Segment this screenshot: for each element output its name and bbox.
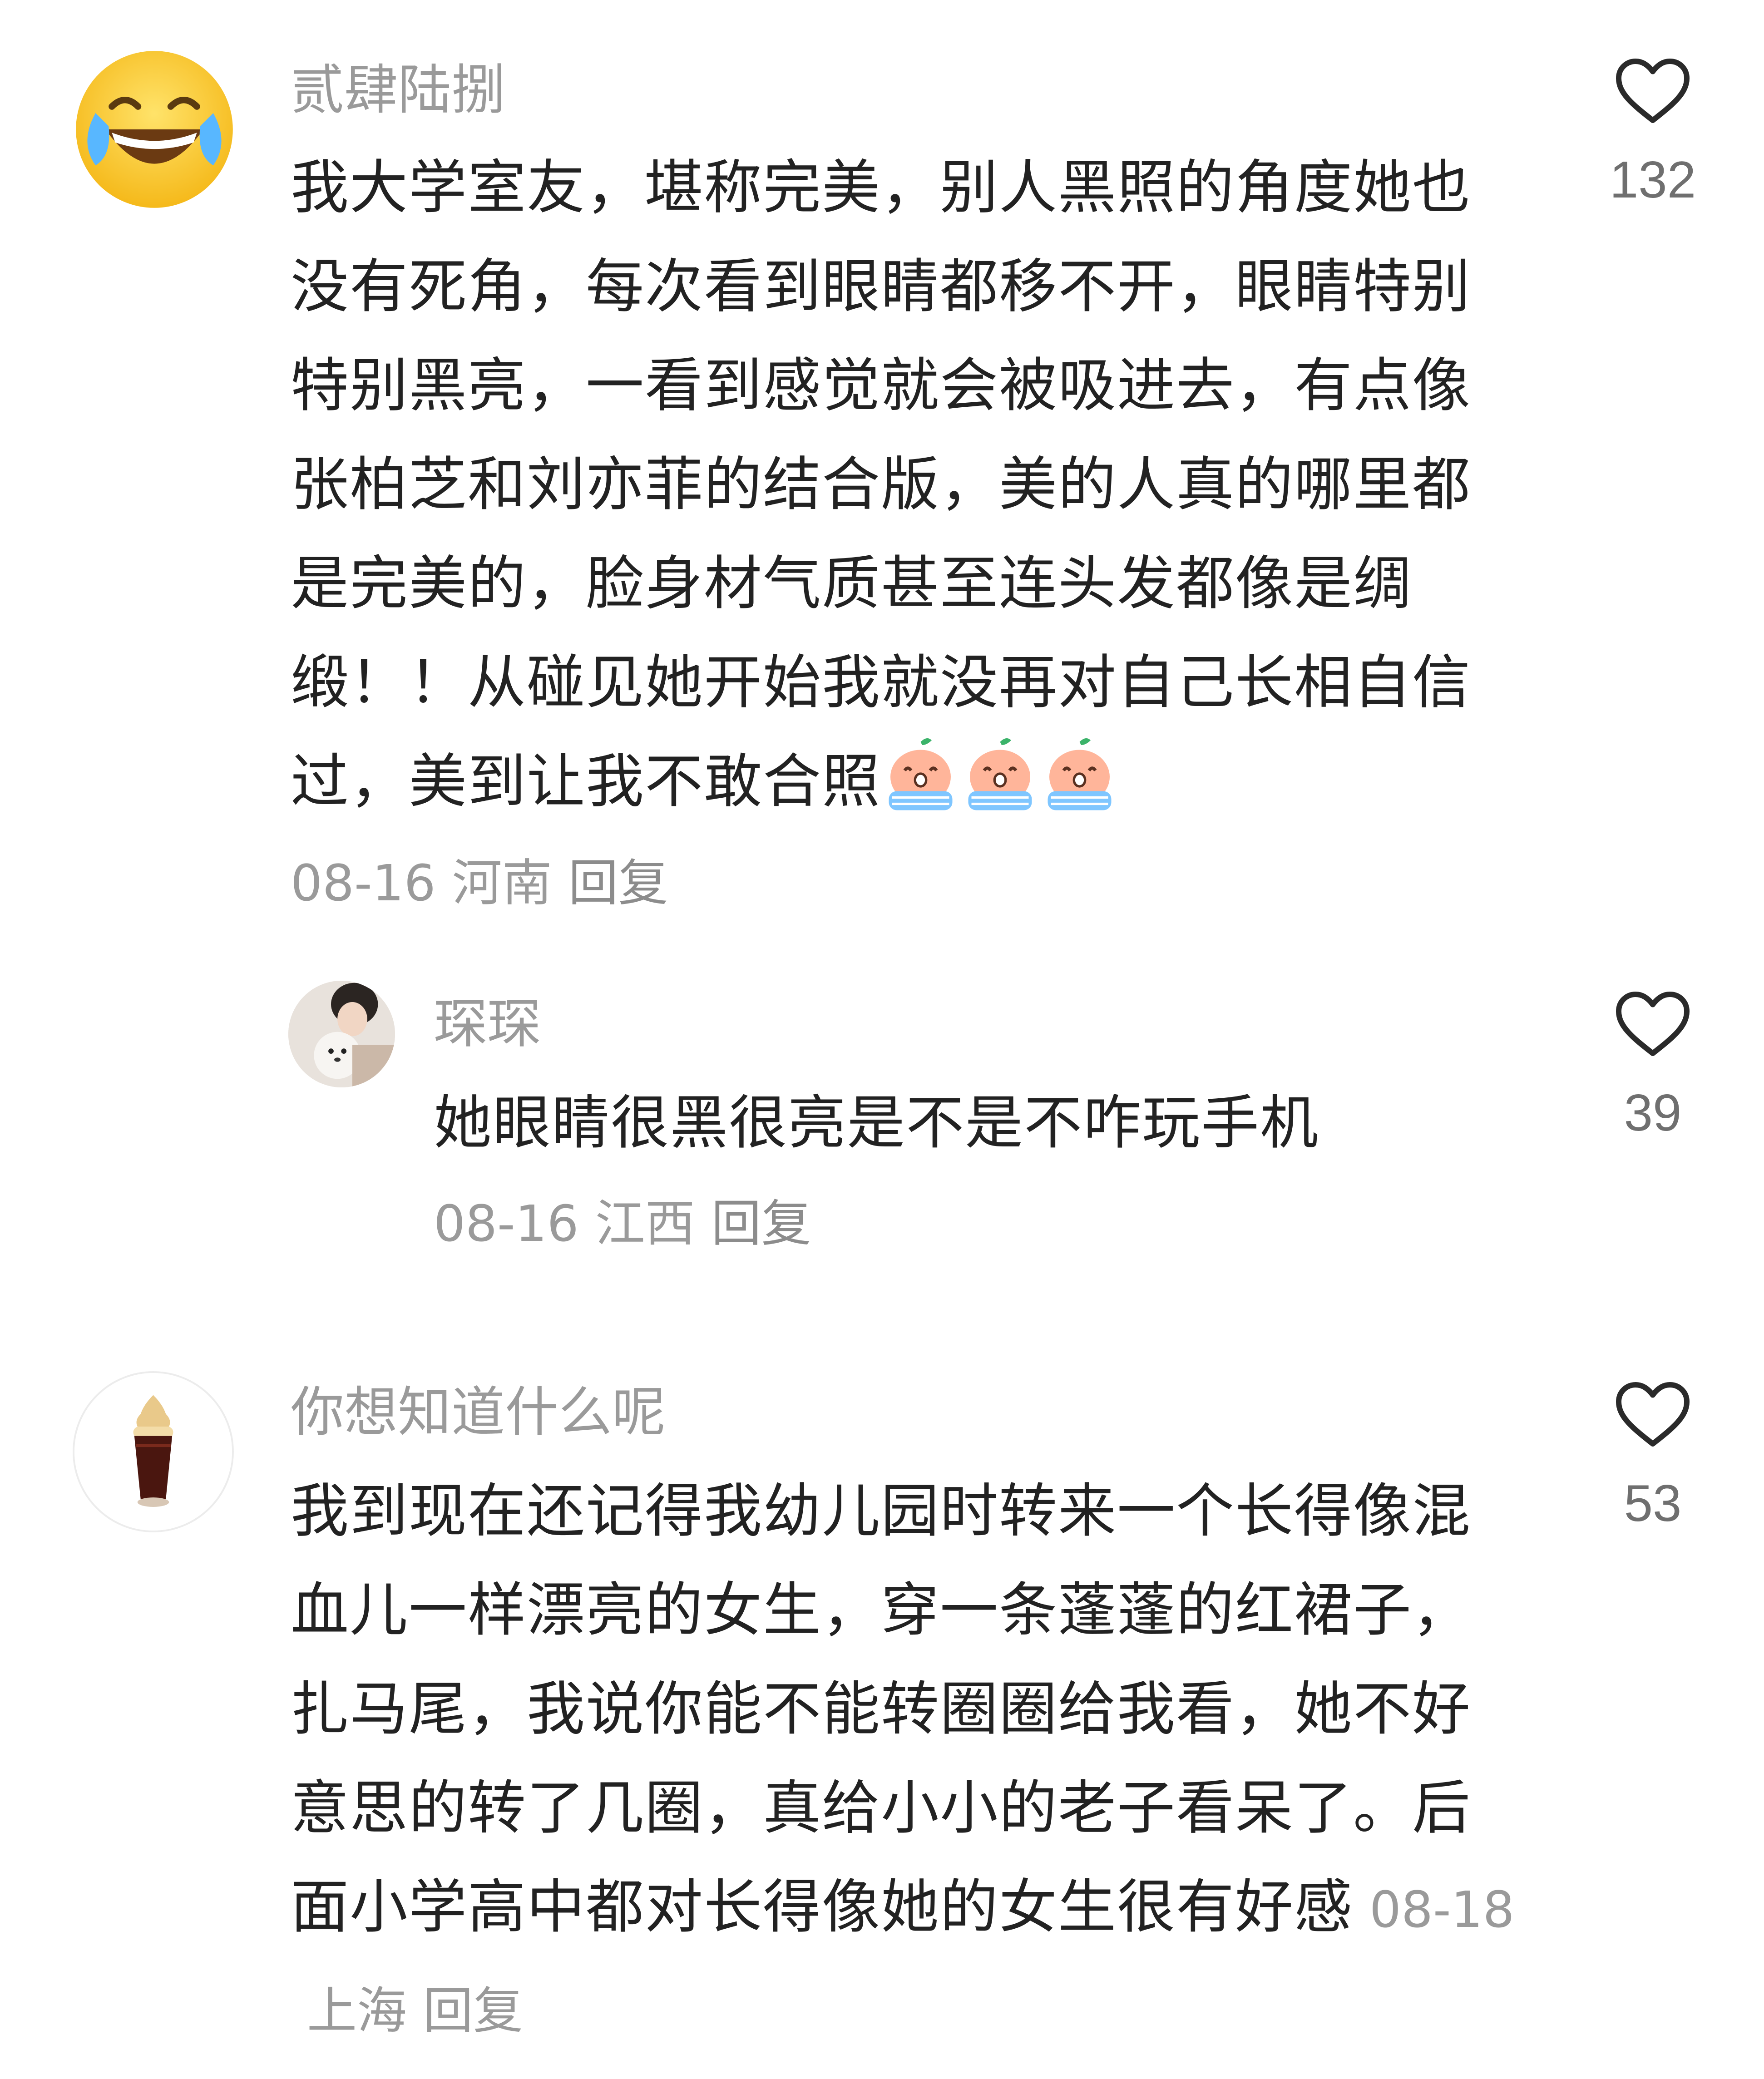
avatar[interactable] — [73, 48, 236, 211]
crying-peach-sticker-icon — [889, 738, 953, 810]
reply-button[interactable]: 回复 — [568, 854, 668, 912]
like-count: 132 — [1609, 151, 1696, 209]
crying-peach-sticker-icon — [968, 738, 1032, 810]
laughing-tears-emoji-icon — [76, 51, 233, 208]
avatar[interactable] — [73, 1371, 234, 1532]
comment-location: 江西 — [595, 1195, 695, 1253]
like-button[interactable]: 132 — [1603, 57, 1703, 212]
heart-icon — [1616, 992, 1690, 1056]
username[interactable]: 贰肆陆捌 — [291, 58, 505, 122]
comment-location: 上海 — [307, 1982, 407, 2040]
comment-body: 我大学室友，堪称完美，别人黑照的角度她也没有死角，每次看到眼睛都移不开，眼睛特别… — [291, 154, 1472, 815]
heart-icon — [1616, 1382, 1690, 1447]
reply-text: 她眼睛很黑很亮是不是不咋玩手机 — [434, 1089, 1319, 1157]
comment-meta: 08-16 河南 回复 — [291, 854, 668, 913]
person-with-white-dog-avatar — [288, 981, 395, 1087]
like-count: 39 — [1624, 1084, 1682, 1142]
like-button[interactable]: 39 — [1603, 990, 1703, 1145]
like-button[interactable]: 53 — [1603, 1380, 1703, 1536]
iced-coffee-float-avatar — [74, 1373, 232, 1531]
username[interactable]: 琛琛 — [434, 992, 541, 1056]
sticker-group — [881, 736, 1119, 845]
comment-date: 08-18 — [1369, 1881, 1515, 1939]
like-count: 53 — [1624, 1475, 1682, 1532]
avatar[interactable] — [288, 981, 395, 1087]
heart-icon — [1616, 59, 1690, 123]
comment-body: 我到现在还记得我幼儿园时转来一个长得像混血儿一样漂亮的女生，穿一条蓬蓬的红裙子，… — [291, 1477, 1472, 1941]
comment-meta: 08-16 江西 回复 — [434, 1194, 811, 1253]
comment-date: 08-16 — [291, 854, 436, 912]
reply-button[interactable]: 回复 — [712, 1195, 811, 1253]
username[interactable]: 你想知道什么呢 — [291, 1380, 666, 1444]
crying-peach-sticker-icon — [1048, 738, 1112, 810]
comment-date: 08-16 — [434, 1195, 579, 1253]
comment-location: 河南 — [452, 854, 552, 912]
comment-text: 我到现在还记得我幼儿园时转来一个长得像混血儿一样漂亮的女生，穿一条蓬蓬的红裙子，… — [291, 1462, 1526, 2060]
comment-text: 我大学室友，堪称完美，别人黑照的角度她也没有死角，每次看到眼睛都移不开，眼睛特别… — [291, 138, 1526, 845]
reply-button[interactable]: 回复 — [423, 1982, 523, 2040]
